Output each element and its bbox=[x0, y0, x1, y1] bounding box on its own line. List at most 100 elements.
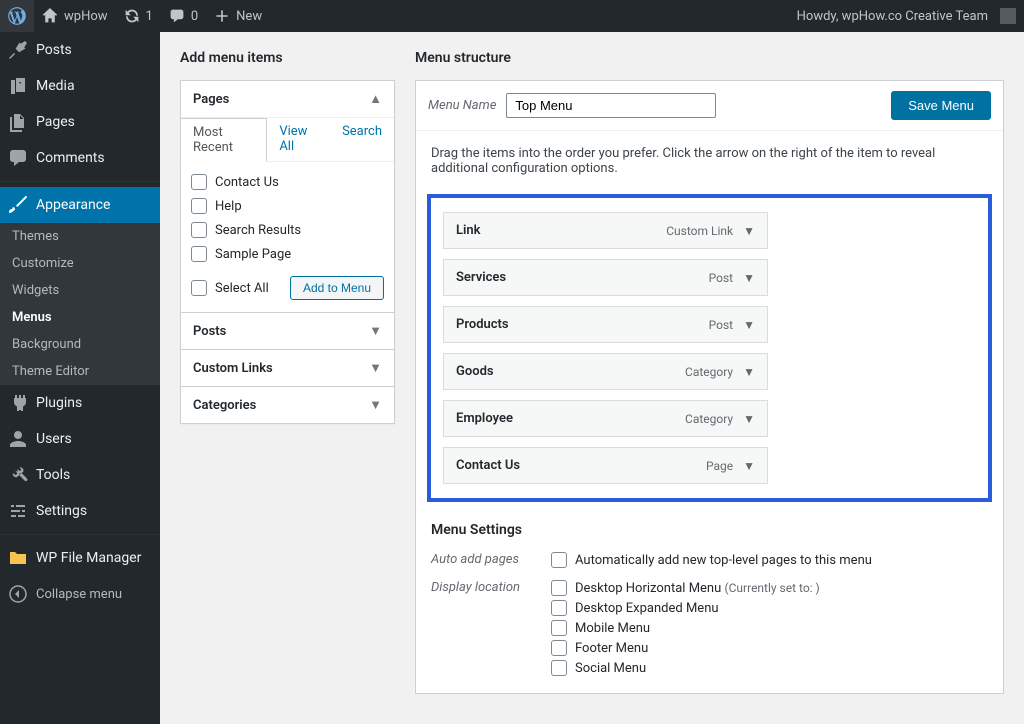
new-content[interactable]: New bbox=[206, 0, 270, 32]
custom-links-toggle[interactable]: Custom Links ▼ bbox=[181, 350, 394, 386]
updates-link[interactable]: 1 bbox=[116, 0, 161, 32]
location-option[interactable]: Desktop Horizontal Menu (Currently set t… bbox=[551, 578, 820, 598]
menu-item[interactable]: GoodsCategory▼ bbox=[443, 353, 768, 390]
chevron-down-icon: ▼ bbox=[369, 360, 382, 376]
chevron-down-icon[interactable]: ▼ bbox=[743, 271, 755, 285]
admin-sidebar: Posts Media Pages Comments Appearance Th… bbox=[0, 32, 160, 724]
plus-icon bbox=[214, 8, 230, 24]
subitem-widgets[interactable]: Widgets bbox=[0, 277, 160, 304]
comment-icon bbox=[169, 8, 185, 24]
tab-view-all[interactable]: View All bbox=[267, 118, 330, 161]
display-location-label: Display location bbox=[431, 578, 551, 678]
posts-metabox: Posts ▼ bbox=[180, 313, 395, 350]
sidebar-item-users[interactable]: Users bbox=[0, 421, 160, 457]
sidebar-item-comments[interactable]: Comments bbox=[0, 140, 160, 176]
checkbox[interactable] bbox=[191, 174, 207, 190]
subitem-themes[interactable]: Themes bbox=[0, 223, 160, 250]
menu-items-highlighted: LinkCustom Link▼ServicesPost▼ProductsPos… bbox=[427, 194, 992, 502]
sidebar-item-pages[interactable]: Pages bbox=[0, 104, 160, 140]
appearance-submenu: Themes Customize Widgets Menus Backgroun… bbox=[0, 223, 160, 385]
menu-item-title: Services bbox=[456, 270, 506, 285]
subitem-background[interactable]: Background bbox=[0, 331, 160, 358]
page-option[interactable]: Help bbox=[191, 194, 384, 218]
sidebar-item-tools[interactable]: Tools bbox=[0, 457, 160, 493]
menu-name-input[interactable] bbox=[506, 93, 716, 118]
subitem-menus[interactable]: Menus bbox=[0, 304, 160, 331]
sidebar-item-posts[interactable]: Posts bbox=[0, 32, 160, 68]
my-account[interactable]: Howdy, wpHow.co Creative Team bbox=[789, 0, 1024, 32]
pages-list: Contact Us Help Search Results Sample Pa… bbox=[191, 170, 384, 266]
page-option[interactable]: Sample Page bbox=[191, 242, 384, 266]
location-option[interactable]: Footer Menu bbox=[551, 638, 820, 658]
comments-count: 0 bbox=[191, 9, 198, 24]
chevron-down-icon[interactable]: ▼ bbox=[743, 412, 755, 426]
checkbox[interactable] bbox=[191, 246, 207, 262]
categories-toggle[interactable]: Categories ▼ bbox=[181, 387, 394, 423]
chevron-down-icon[interactable]: ▼ bbox=[743, 459, 755, 473]
menu-edit-panel: Menu Name Save Menu Drag the items into … bbox=[415, 80, 1004, 694]
sidebar-item-media[interactable]: Media bbox=[0, 68, 160, 104]
sidebar-item-plugins[interactable]: Plugins bbox=[0, 385, 160, 421]
menu-name-label: Menu Name bbox=[428, 98, 496, 113]
auto-add-option[interactable]: Automatically add new top-level pages to… bbox=[551, 550, 872, 570]
home-icon bbox=[42, 8, 58, 24]
sidebar-item-settings[interactable]: Settings bbox=[0, 493, 160, 529]
menu-item-type: Category bbox=[685, 412, 733, 426]
sidebar-item-wp-file-manager[interactable]: WP File Manager bbox=[0, 540, 160, 576]
menu-item[interactable]: LinkCustom Link▼ bbox=[443, 212, 768, 249]
sidebar-collapse[interactable]: Collapse menu bbox=[0, 576, 160, 612]
pages-icon bbox=[8, 112, 28, 132]
menu-item-type: Page bbox=[706, 459, 733, 473]
folder-icon bbox=[8, 548, 28, 568]
checkbox[interactable] bbox=[551, 552, 567, 568]
sidebar-item-appearance[interactable]: Appearance bbox=[0, 187, 160, 223]
location-option[interactable]: Mobile Menu bbox=[551, 618, 820, 638]
users-icon bbox=[8, 429, 28, 449]
checkbox[interactable] bbox=[551, 660, 567, 676]
menu-item[interactable]: ServicesPost▼ bbox=[443, 259, 768, 296]
menu-item-type: Post bbox=[709, 318, 733, 332]
site-link[interactable]: wpHow bbox=[34, 0, 116, 32]
save-menu-button[interactable]: Save Menu bbox=[891, 91, 991, 120]
checkbox[interactable] bbox=[191, 280, 207, 296]
pages-toggle[interactable]: Pages ▲ bbox=[181, 81, 394, 117]
comments-link[interactable]: 0 bbox=[161, 0, 206, 32]
page-option[interactable]: Search Results bbox=[191, 218, 384, 242]
checkbox[interactable] bbox=[551, 620, 567, 636]
menu-item[interactable]: EmployeeCategory▼ bbox=[443, 400, 768, 437]
wordpress-icon bbox=[8, 7, 26, 25]
tab-search[interactable]: Search bbox=[330, 118, 394, 161]
checkbox[interactable] bbox=[551, 580, 567, 596]
checkbox[interactable] bbox=[551, 640, 567, 656]
add-to-menu-button[interactable]: Add to Menu bbox=[290, 276, 384, 300]
posts-toggle[interactable]: Posts ▼ bbox=[181, 313, 394, 349]
subitem-theme-editor[interactable]: Theme Editor bbox=[0, 358, 160, 385]
categories-metabox: Categories ▼ bbox=[180, 387, 395, 424]
tab-most-recent[interactable]: Most Recent bbox=[180, 118, 267, 162]
menu-item-type: Custom Link bbox=[666, 224, 733, 238]
menu-item-title: Contact Us bbox=[456, 458, 520, 473]
select-all[interactable]: Select All bbox=[191, 280, 269, 296]
menu-item-title: Products bbox=[456, 317, 509, 332]
checkbox[interactable] bbox=[551, 600, 567, 616]
menu-item[interactable]: Contact Us Page ▼ bbox=[443, 447, 768, 484]
subitem-customize[interactable]: Customize bbox=[0, 250, 160, 277]
media-icon bbox=[8, 76, 28, 96]
content-area: Add menu items Pages ▲ Most Recent View … bbox=[160, 32, 1024, 724]
pin-icon bbox=[8, 40, 28, 60]
pages-tabs: Most Recent View All Search bbox=[181, 118, 394, 162]
updates-count: 1 bbox=[146, 9, 153, 24]
site-name: wpHow bbox=[64, 9, 108, 24]
location-option[interactable]: Social Menu bbox=[551, 658, 820, 678]
wp-logo[interactable] bbox=[0, 0, 34, 32]
custom-links-metabox: Custom Links ▼ bbox=[180, 350, 395, 387]
checkbox[interactable] bbox=[191, 198, 207, 214]
chevron-down-icon[interactable]: ▼ bbox=[743, 365, 755, 379]
chevron-down-icon[interactable]: ▼ bbox=[743, 224, 755, 238]
page-option[interactable]: Contact Us bbox=[191, 170, 384, 194]
menu-item[interactable]: Products Post ▼ bbox=[443, 306, 768, 343]
checkbox[interactable] bbox=[191, 222, 207, 238]
plug-icon bbox=[8, 393, 28, 413]
chevron-down-icon[interactable]: ▼ bbox=[743, 318, 755, 332]
location-option[interactable]: Desktop Expanded Menu bbox=[551, 598, 820, 618]
